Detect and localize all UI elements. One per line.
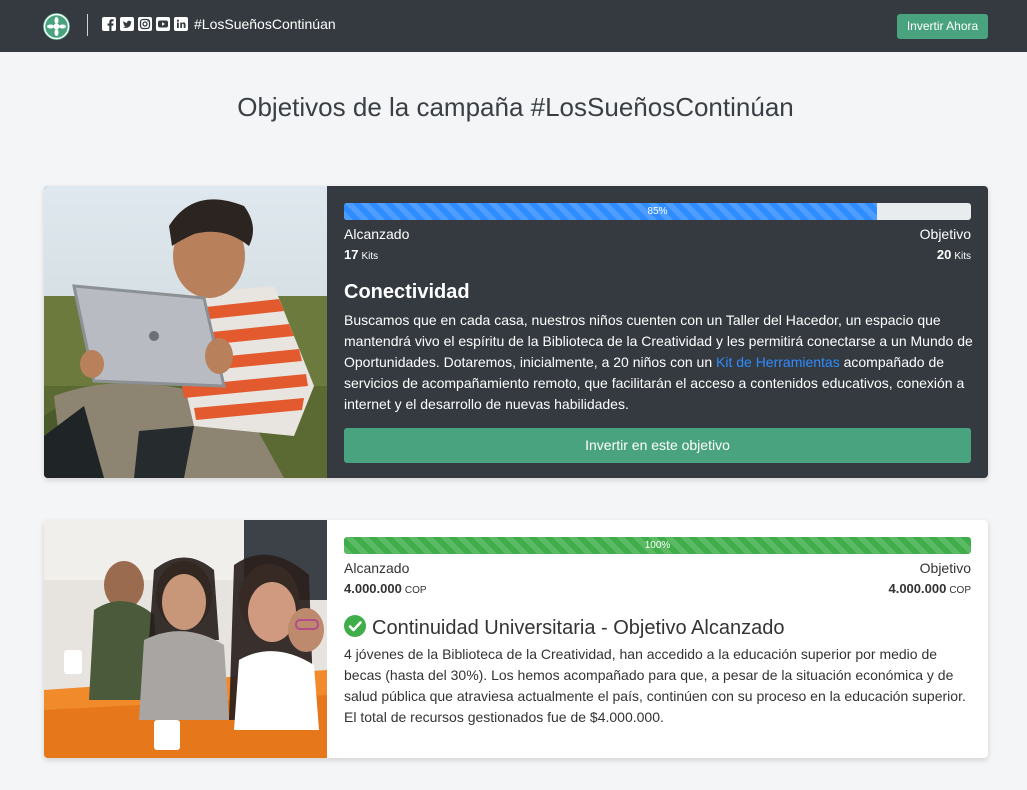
achieved-unit: Kits [361, 251, 379, 262]
facebook-icon[interactable] [102, 17, 116, 31]
invest-in-goal-button[interactable]: Invertir en este objetivo [344, 428, 971, 463]
goal-progress-bar: 100% [344, 537, 971, 554]
goal-description: Buscamos que en cada casa, nuestros niño… [344, 310, 974, 415]
top-navbar: #LosSueñosContinúan Invertir Ahora [0, 0, 1027, 52]
achieved-unit: COP [404, 585, 427, 596]
achieved-value: 17 Kits [344, 247, 378, 262]
target-label: Objetivo [919, 560, 971, 576]
goal-description: 4 jóvenes de la Biblioteca de la Creativ… [344, 646, 966, 725]
invest-now-button[interactable]: Invertir Ahora [897, 14, 988, 39]
achieved-amount: 17 [344, 247, 359, 262]
target-amount: 20 [936, 247, 952, 262]
goal-heading-text: Continuidad Universitaria - Objetivo Alc… [372, 617, 785, 639]
achieved-label: Alcanzado [344, 226, 410, 242]
achieved-label: Alcanzado [344, 560, 410, 576]
achieved-amount: 4.000.000 [344, 581, 402, 596]
twitter-icon[interactable] [120, 17, 134, 31]
logo-icon[interactable] [43, 13, 70, 40]
target-label: Objetivo [919, 226, 971, 242]
goal-progress-label: 85% [647, 206, 668, 217]
page-title: Objetivos de la campaña #LosSueñosContin… [237, 92, 794, 122]
goal-heading: Conectividad [344, 281, 470, 303]
campaign-hashtag: #LosSueñosContinúan [194, 16, 336, 32]
target-value: 4.000.000 COP [888, 581, 971, 596]
check-circle-icon [344, 615, 366, 637]
goal-heading: Continuidad Universitaria - Objetivo Alc… [344, 615, 784, 640]
instagram-icon[interactable] [138, 17, 152, 31]
toolkit-link[interactable]: Kit de Herramientas [716, 354, 840, 370]
target-unit: Kits [954, 251, 971, 262]
target-value: 20 Kits [937, 247, 971, 262]
goal-card-university: 100% Alcanzado 4.000.000 COP Objetivo 4.0… [44, 520, 988, 758]
target-amount: 4.000.000 [888, 581, 947, 596]
goal-photo-child-tablet [44, 186, 327, 478]
goal-photo-students [44, 520, 327, 758]
goal-progress-bar: 85% [344, 203, 971, 220]
target-unit: COP [949, 585, 971, 596]
goal-progress-label: 100% [644, 540, 671, 551]
youtube-icon[interactable] [156, 17, 170, 31]
nav-divider [87, 14, 88, 36]
goal-card-connectivity: 85% Alcanzado 17 Kits Objetivo 20 Kits Con… [44, 186, 988, 478]
achieved-value: 4.000.000 COP [344, 581, 427, 596]
linkedin-icon[interactable] [174, 17, 188, 31]
